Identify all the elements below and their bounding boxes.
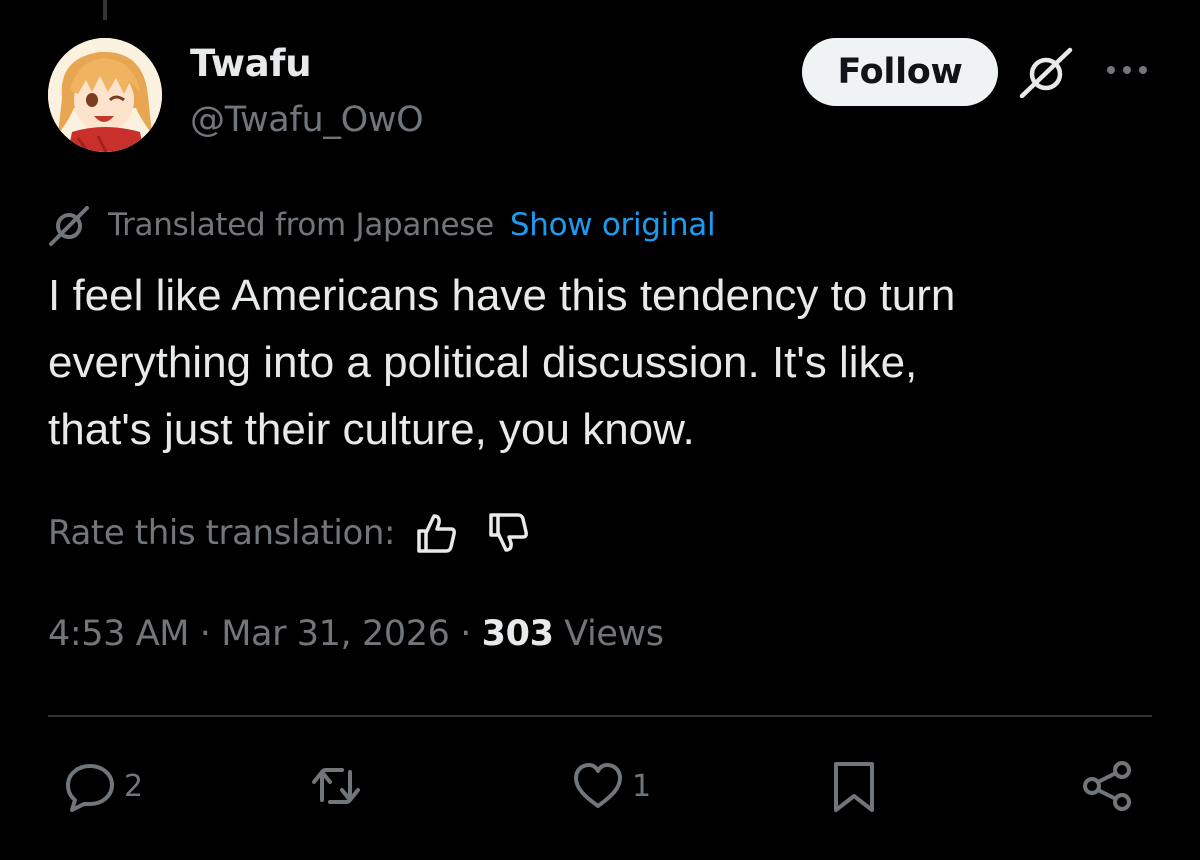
avatar-image [48, 38, 162, 152]
share-button[interactable] [1080, 758, 1136, 814]
reply-count: 2 [124, 768, 144, 804]
views-label: Views [553, 614, 664, 654]
translation-notice: Translated from Japanese Show original [48, 204, 716, 246]
bookmark-icon [834, 762, 874, 812]
retweet-button[interactable] [308, 758, 370, 814]
thumbs-down-icon[interactable] [487, 511, 531, 555]
tweet-time[interactable]: 4:53 AM [48, 614, 189, 654]
meta-separator: · [449, 614, 482, 654]
grok-icon[interactable] [1018, 46, 1074, 99]
show-original-link[interactable]: Show original [510, 207, 716, 243]
divider [48, 715, 1152, 717]
views-count: 303 [481, 614, 554, 654]
reply-icon [66, 764, 114, 812]
grok-icon [49, 206, 89, 246]
follow-button[interactable]: Follow [802, 38, 998, 106]
rate-translation-label: Rate this translation: [48, 513, 396, 553]
retweet-icon [312, 768, 360, 804]
share-icon [1083, 761, 1131, 811]
tweet-meta: 4:53 AM · Mar 31, 2026 · 303 Views [48, 614, 664, 654]
like-count: 1 [632, 768, 652, 804]
like-button[interactable]: 1 [570, 758, 651, 814]
rate-translation-row: Rate this translation: [48, 508, 531, 558]
bookmark-button[interactable] [826, 758, 882, 814]
avatar[interactable] [48, 38, 162, 152]
meta-separator: · [189, 614, 222, 654]
author-display-name[interactable]: Twafu [190, 42, 312, 85]
reply-button[interactable]: 2 [62, 758, 143, 814]
author-handle[interactable]: @Twafu_OwO [190, 100, 424, 140]
tweet-date[interactable]: Mar 31, 2026 [221, 614, 450, 654]
thumbs-up-icon[interactable] [415, 511, 459, 555]
thread-connector-line [103, 0, 107, 20]
tweet-text: I feel like Americans have this tendency… [48, 271, 956, 454]
more-options-icon[interactable] [1104, 58, 1150, 82]
translated-label: Translated from Japanese [108, 207, 494, 243]
heart-icon [574, 763, 622, 808]
